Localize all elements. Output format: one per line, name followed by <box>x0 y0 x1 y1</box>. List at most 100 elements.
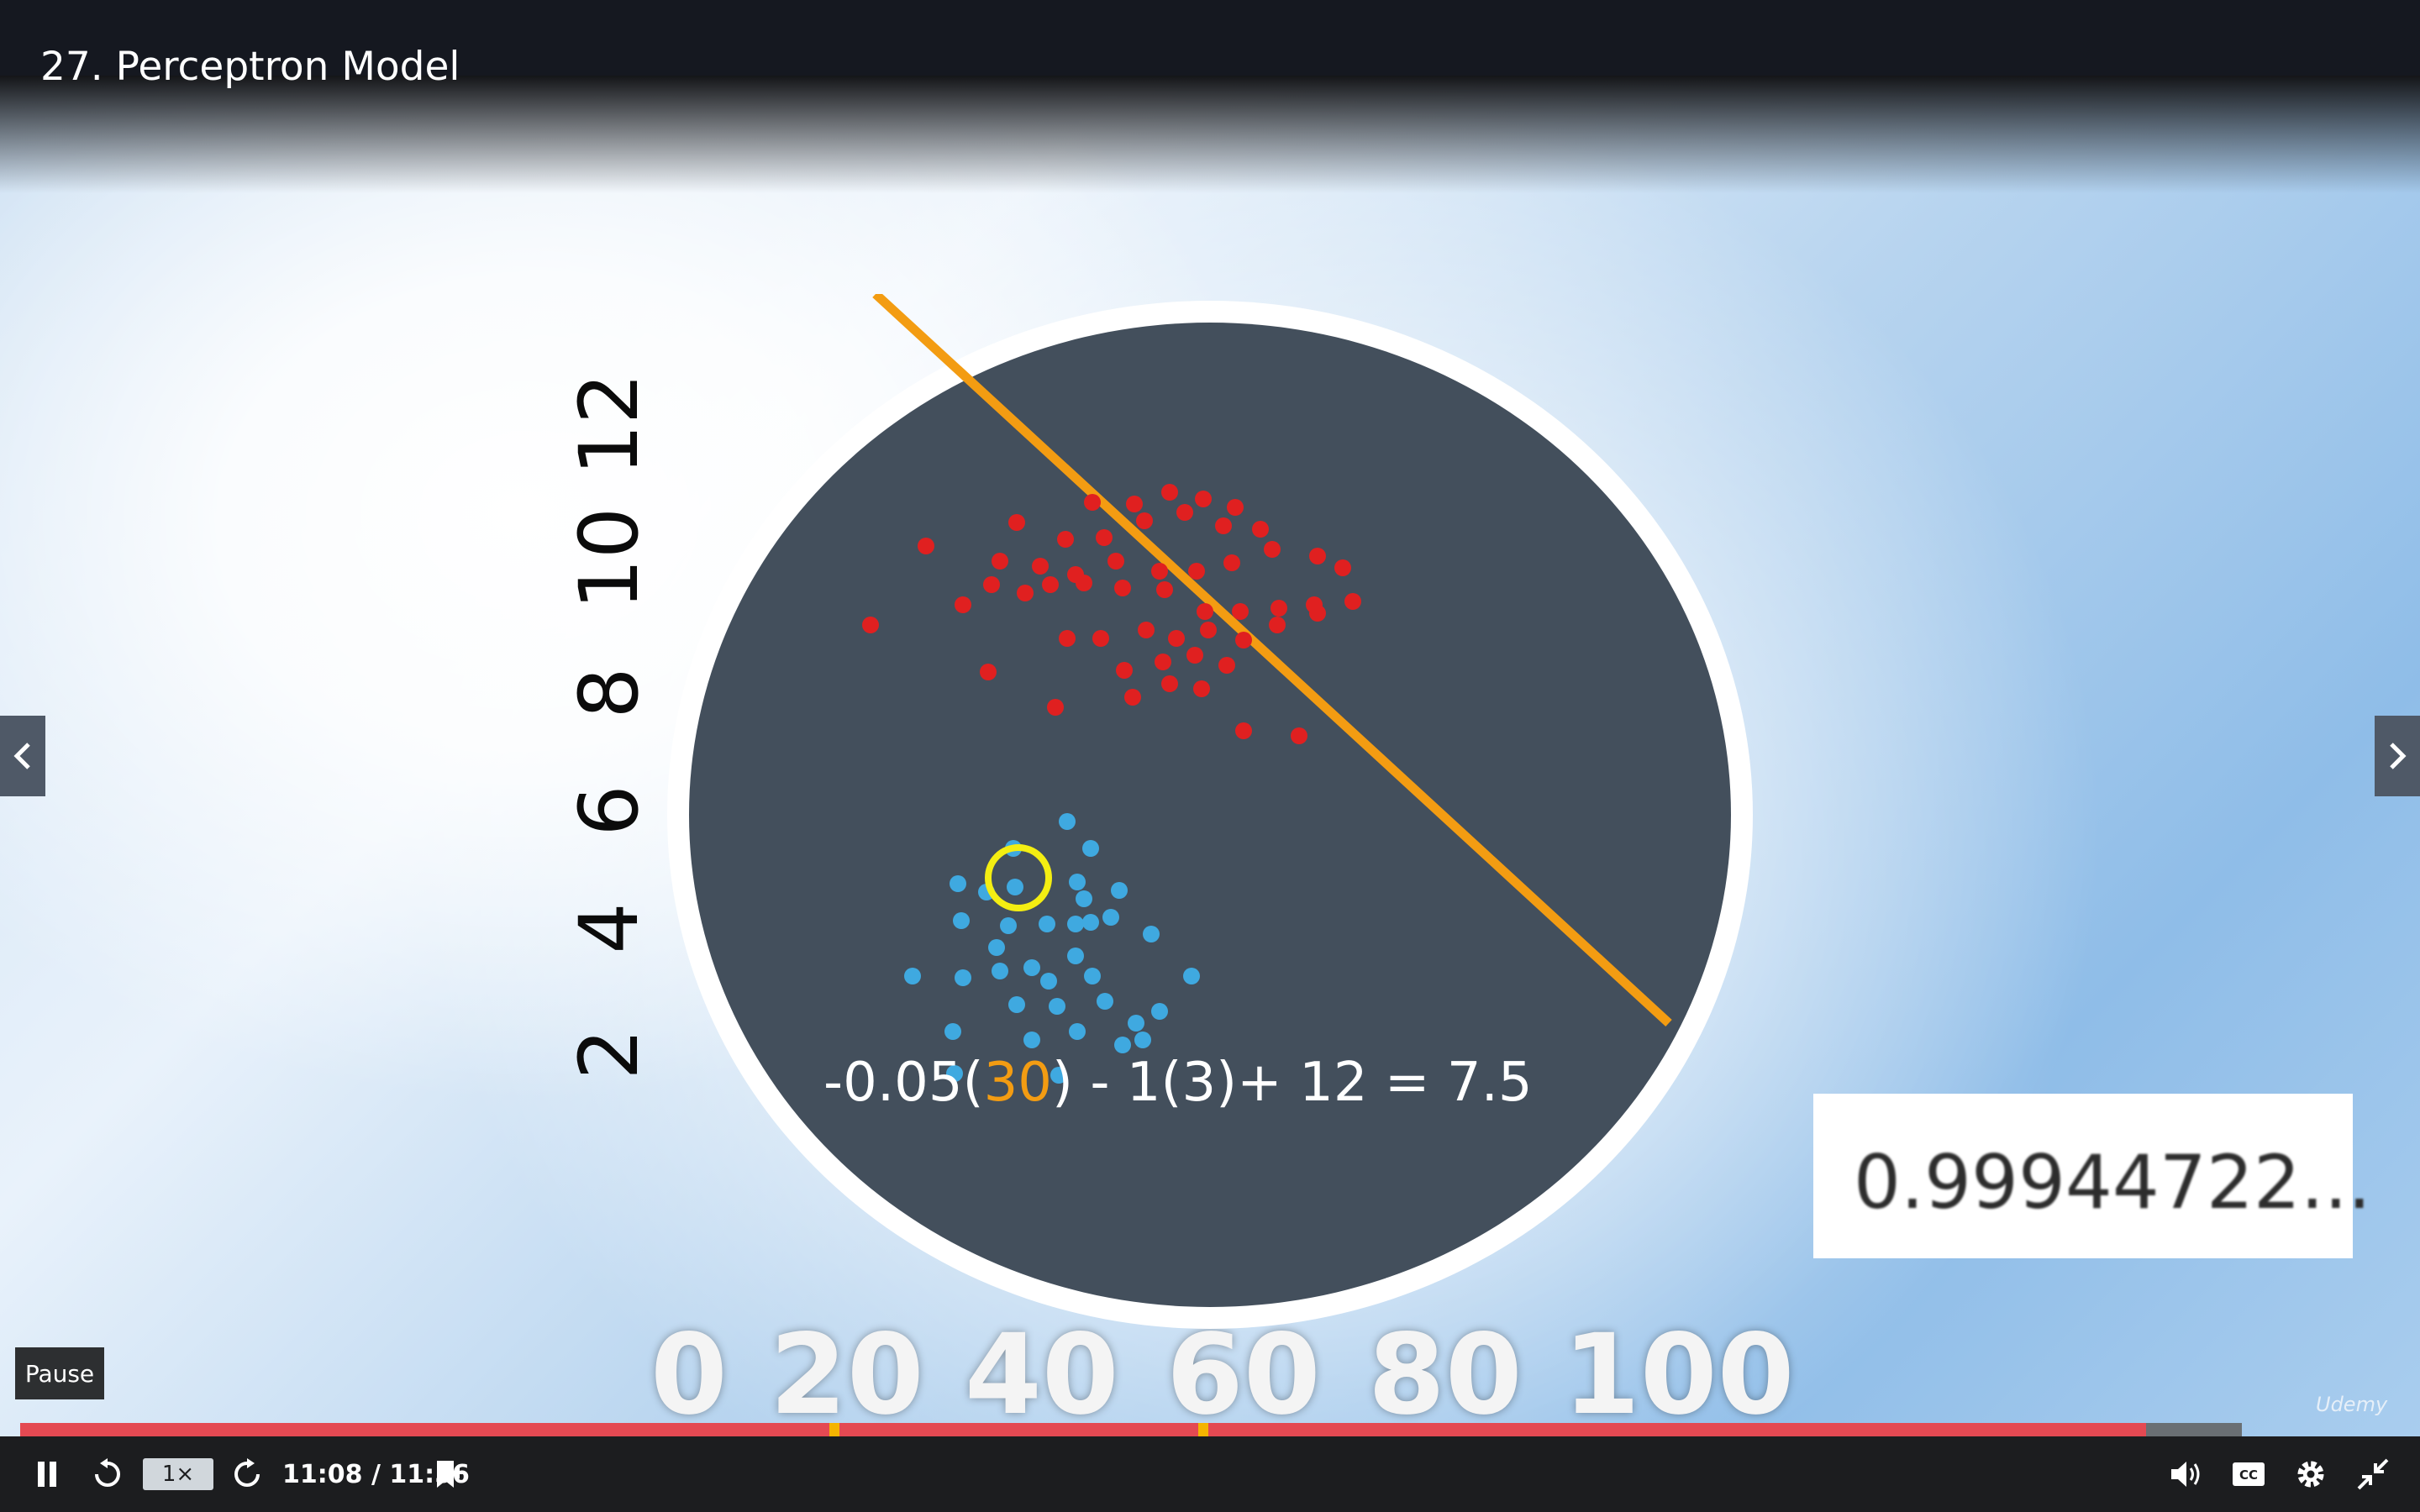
red-point <box>1215 517 1232 534</box>
pause-button[interactable] <box>24 1436 71 1512</box>
red-point <box>1270 600 1287 617</box>
red-point <box>1008 514 1025 531</box>
blue-point <box>1114 1037 1131 1053</box>
forward-button[interactable] <box>224 1436 271 1512</box>
blue-point <box>1111 882 1128 899</box>
blue-point <box>1076 890 1092 907</box>
blue-point <box>1067 916 1084 932</box>
rewind-button[interactable] <box>84 1436 131 1512</box>
blue-point <box>950 875 966 892</box>
red-point <box>1232 603 1249 620</box>
blue-point <box>953 912 970 929</box>
red-point <box>1126 496 1143 512</box>
red-point <box>1252 521 1269 538</box>
red-point <box>1138 622 1155 638</box>
blue-point <box>1082 840 1099 857</box>
blue-point <box>1000 917 1017 934</box>
plot-disc <box>689 323 1731 1307</box>
next-lecture-button[interactable] <box>2375 716 2420 796</box>
red-point <box>1076 575 1092 591</box>
red-point <box>1124 689 1141 706</box>
red-point <box>1057 531 1074 548</box>
equation-suffix: ) - 1(3)+ 12 = 7.5 <box>1052 1052 1533 1114</box>
blue-point <box>992 963 1008 979</box>
captions-button[interactable]: CC <box>2225 1436 2272 1512</box>
volume-button[interactable] <box>2163 1436 2210 1512</box>
previous-lecture-button[interactable] <box>0 716 45 796</box>
red-point <box>1151 563 1168 580</box>
red-point <box>983 576 1000 593</box>
red-point <box>1161 675 1178 692</box>
chevron-left-icon <box>13 743 30 769</box>
red-point <box>1161 484 1178 501</box>
sigmoid-output-box: 0.99944722... <box>1813 1094 2371 1258</box>
blue-point <box>1023 959 1040 976</box>
red-point <box>1176 504 1193 521</box>
red-point <box>1186 647 1203 664</box>
red-point <box>1042 576 1059 593</box>
red-point <box>992 553 1008 570</box>
red-point <box>1136 512 1153 529</box>
pause-icon <box>38 1462 56 1487</box>
blue-point <box>904 968 921 984</box>
blue-point <box>1059 813 1076 830</box>
red-point <box>1218 657 1235 674</box>
red-point <box>1227 499 1244 516</box>
rewind-icon <box>95 1458 120 1487</box>
red-point <box>1188 563 1205 580</box>
blue-point <box>1040 973 1057 990</box>
red-point <box>1235 722 1252 739</box>
add-note-button[interactable] <box>425 1436 472 1512</box>
volume-icon <box>2171 1462 2200 1487</box>
blue-point <box>1039 916 1055 932</box>
red-point <box>1156 581 1173 598</box>
red-point <box>980 664 997 680</box>
blue-point <box>1151 1003 1168 1020</box>
settings-icon <box>2297 1461 2324 1488</box>
blue-point <box>1069 1023 1086 1040</box>
pause-tooltip: Pause <box>15 1347 104 1399</box>
red-point <box>918 538 934 554</box>
playback-speed-button[interactable]: 1× <box>143 1458 213 1490</box>
red-point <box>1264 541 1281 558</box>
red-point <box>1092 630 1109 647</box>
progress-bar[interactable] <box>20 1423 2242 1436</box>
red-point <box>1084 494 1101 511</box>
blue-point <box>1102 909 1119 926</box>
y-tick-label: 8 <box>562 667 656 719</box>
red-point <box>1269 617 1286 633</box>
settings-button[interactable] <box>2287 1436 2334 1512</box>
captions-icon: CC <box>2233 1462 2265 1486</box>
blue-point <box>944 1023 961 1040</box>
progress-fill <box>20 1423 2147 1436</box>
red-point <box>1193 680 1210 697</box>
blue-point <box>1007 879 1023 895</box>
red-point <box>862 617 879 633</box>
exit-fullscreen-icon <box>2357 1458 2389 1490</box>
add-note-icon <box>437 1461 464 1488</box>
red-point <box>1344 593 1361 610</box>
red-point <box>1168 630 1185 647</box>
equation-text: -0.05(30) - 1(3)+ 12 = 7.5 <box>823 1052 1533 1114</box>
y-tick-label: 6 <box>562 785 656 837</box>
blue-point <box>1082 914 1099 931</box>
blue-point <box>1183 968 1200 984</box>
red-point <box>1155 654 1171 670</box>
chevron-right-icon <box>2390 743 2407 769</box>
red-point <box>1195 491 1212 507</box>
red-point <box>1309 605 1326 622</box>
title-overlay <box>0 76 2420 193</box>
red-point <box>1116 662 1133 679</box>
y-tick-label: 12 <box>562 372 656 476</box>
red-point <box>1334 559 1351 576</box>
y-axis-ticks: 2 4 6 8 10 12 <box>555 302 664 1080</box>
red-point <box>1223 554 1240 571</box>
lecture-title: 27. Perceptron Model <box>40 44 460 90</box>
y-tick-label: 2 <box>562 1028 656 1080</box>
blue-point <box>1067 948 1084 964</box>
exit-fullscreen-button[interactable] <box>2349 1436 2396 1512</box>
svg-text:CC: CC <box>2239 1467 2258 1483</box>
red-point <box>1197 603 1213 620</box>
equation-highlight: 30 <box>983 1052 1052 1114</box>
blue-point <box>955 969 971 986</box>
